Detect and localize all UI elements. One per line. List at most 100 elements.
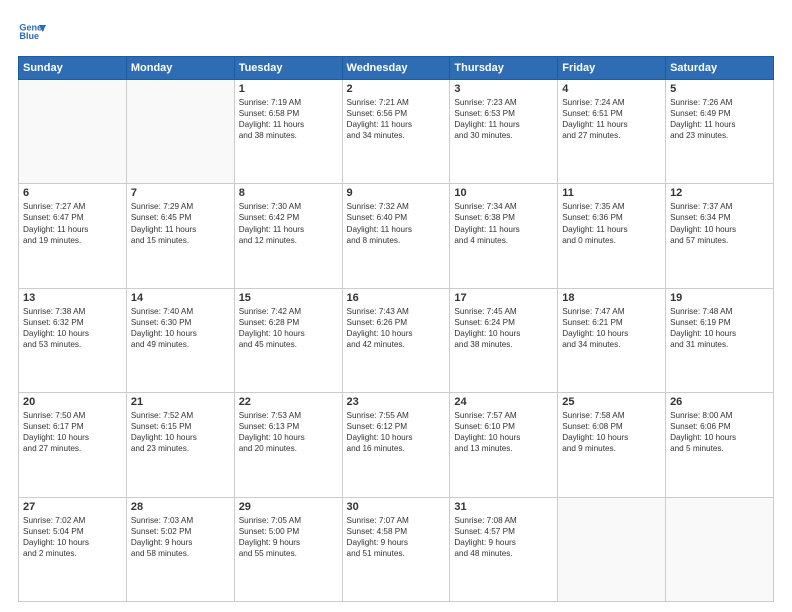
cell-text: Sunrise: 7:30 AM Sunset: 6:42 PM Dayligh… xyxy=(239,201,338,245)
calendar-cell: 16Sunrise: 7:43 AM Sunset: 6:26 PM Dayli… xyxy=(342,288,450,392)
day-number: 11 xyxy=(562,187,661,199)
day-number: 22 xyxy=(239,396,338,408)
day-number: 17 xyxy=(454,292,553,304)
calendar-cell: 9Sunrise: 7:32 AM Sunset: 6:40 PM Daylig… xyxy=(342,184,450,288)
day-number: 3 xyxy=(454,83,553,95)
day-number: 20 xyxy=(23,396,122,408)
weekday-header-tuesday: Tuesday xyxy=(234,57,342,80)
day-number: 28 xyxy=(131,501,230,513)
day-number: 30 xyxy=(347,501,446,513)
day-number: 24 xyxy=(454,396,553,408)
calendar-cell: 27 Sunrise: 7:02 AM Sunset: 5:04 PM Dayli… xyxy=(19,497,127,601)
cell-text: Sunrise: 7:24 AM Sunset: 6:51 PM Dayligh… xyxy=(562,97,661,141)
header: General Blue xyxy=(18,18,774,46)
day-number: 18 xyxy=(562,292,661,304)
cell-text: Sunrise: 7:58 AM Sunset: 6:08 PM Dayligh… xyxy=(562,410,661,454)
cell-text: Sunrise: 7:37 AM Sunset: 6:34 PM Dayligh… xyxy=(670,201,769,245)
day-number: 8 xyxy=(239,187,338,199)
cell-text: Sunrise: 7:45 AM Sunset: 6:24 PM Dayligh… xyxy=(454,306,553,350)
weekday-header-wednesday: Wednesday xyxy=(342,57,450,80)
calendar-cell: 7Sunrise: 7:29 AM Sunset: 6:45 PM Daylig… xyxy=(126,184,234,288)
day-number: 1 xyxy=(239,83,338,95)
calendar-cell: 18 Sunrise: 7:47 AM Sunset: 6:21 PM Dayli… xyxy=(558,288,666,392)
calendar-cell: 17 Sunrise: 7:45 AM Sunset: 6:24 PM Dayli… xyxy=(450,288,558,392)
cell-text: Sunrise: 7:02 AM Sunset: 5:04 PM Dayligh… xyxy=(23,515,122,559)
svg-text:Blue: Blue xyxy=(19,31,39,41)
cell-text: Sunrise: 7:07 AM Sunset: 4:58 PM Dayligh… xyxy=(347,515,446,559)
day-number: 5 xyxy=(670,83,769,95)
cell-text: Sunrise: 7:19 AM Sunset: 6:58 PM Dayligh… xyxy=(239,97,338,141)
calendar-cell: 30 Sunrise: 7:07 AM Sunset: 4:58 PM Dayli… xyxy=(342,497,450,601)
calendar-cell xyxy=(558,497,666,601)
week-row-3: 20 Sunrise: 7:50 AM Sunset: 6:17 PM Dayli… xyxy=(19,393,774,497)
cell-text: Sunrise: 7:26 AM Sunset: 6:49 PM Dayligh… xyxy=(670,97,769,141)
calendar-cell: 6 Sunrise: 7:27 AM Sunset: 6:47 PM Daylig… xyxy=(19,184,127,288)
calendar-cell: 1 Sunrise: 7:19 AM Sunset: 6:58 PM Daylig… xyxy=(234,80,342,184)
calendar-cell: 19 Sunrise: 7:48 AM Sunset: 6:19 PM Dayli… xyxy=(666,288,774,392)
day-number: 15 xyxy=(239,292,338,304)
day-number: 4 xyxy=(562,83,661,95)
day-number: 6 xyxy=(23,187,122,199)
cell-text: Sunrise: 7:32 AM Sunset: 6:40 PM Dayligh… xyxy=(347,201,446,245)
calendar-cell: 29 Sunrise: 7:05 AM Sunset: 5:00 PM Dayli… xyxy=(234,497,342,601)
day-number: 13 xyxy=(23,292,122,304)
day-number: 2 xyxy=(347,83,446,95)
calendar-cell: 10Sunrise: 7:34 AM Sunset: 6:38 PM Dayli… xyxy=(450,184,558,288)
cell-text: Sunrise: 7:03 AM Sunset: 5:02 PM Dayligh… xyxy=(131,515,230,559)
logo-icon: General Blue xyxy=(18,18,46,46)
weekday-header-row: SundayMondayTuesdayWednesdayThursdayFrid… xyxy=(19,57,774,80)
cell-text: Sunrise: 7:50 AM Sunset: 6:17 PM Dayligh… xyxy=(23,410,122,454)
day-number: 25 xyxy=(562,396,661,408)
calendar-cell: 26 Sunrise: 8:00 AM Sunset: 6:06 PM Dayli… xyxy=(666,393,774,497)
cell-text: Sunrise: 7:57 AM Sunset: 6:10 PM Dayligh… xyxy=(454,410,553,454)
weekday-header-friday: Friday xyxy=(558,57,666,80)
calendar-cell: 14 Sunrise: 7:40 AM Sunset: 6:30 PM Dayli… xyxy=(126,288,234,392)
day-number: 26 xyxy=(670,396,769,408)
day-number: 29 xyxy=(239,501,338,513)
weekday-header-sunday: Sunday xyxy=(19,57,127,80)
week-row-1: 6 Sunrise: 7:27 AM Sunset: 6:47 PM Daylig… xyxy=(19,184,774,288)
day-number: 27 xyxy=(23,501,122,513)
logo: General Blue xyxy=(18,18,46,46)
cell-text: Sunrise: 7:05 AM Sunset: 5:00 PM Dayligh… xyxy=(239,515,338,559)
calendar-cell xyxy=(666,497,774,601)
day-number: 14 xyxy=(131,292,230,304)
cell-text: Sunrise: 7:47 AM Sunset: 6:21 PM Dayligh… xyxy=(562,306,661,350)
cell-text: Sunrise: 7:43 AM Sunset: 6:26 PM Dayligh… xyxy=(347,306,446,350)
weekday-header-saturday: Saturday xyxy=(666,57,774,80)
cell-text: Sunrise: 8:00 AM Sunset: 6:06 PM Dayligh… xyxy=(670,410,769,454)
calendar-cell: 8 Sunrise: 7:30 AM Sunset: 6:42 PM Daylig… xyxy=(234,184,342,288)
week-row-2: 13 Sunrise: 7:38 AM Sunset: 6:32 PM Dayli… xyxy=(19,288,774,392)
calendar-cell: 11 Sunrise: 7:35 AM Sunset: 6:36 PM Dayli… xyxy=(558,184,666,288)
weekday-header-thursday: Thursday xyxy=(450,57,558,80)
calendar-cell: 12Sunrise: 7:37 AM Sunset: 6:34 PM Dayli… xyxy=(666,184,774,288)
cell-text: Sunrise: 7:34 AM Sunset: 6:38 PM Dayligh… xyxy=(454,201,553,245)
calendar-cell xyxy=(126,80,234,184)
cell-text: Sunrise: 7:27 AM Sunset: 6:47 PM Dayligh… xyxy=(23,201,122,245)
day-number: 19 xyxy=(670,292,769,304)
calendar-cell: 21 Sunrise: 7:52 AM Sunset: 6:15 PM Dayli… xyxy=(126,393,234,497)
cell-text: Sunrise: 7:23 AM Sunset: 6:53 PM Dayligh… xyxy=(454,97,553,141)
cell-text: Sunrise: 7:53 AM Sunset: 6:13 PM Dayligh… xyxy=(239,410,338,454)
day-number: 23 xyxy=(347,396,446,408)
cell-text: Sunrise: 7:52 AM Sunset: 6:15 PM Dayligh… xyxy=(131,410,230,454)
calendar-cell: 13 Sunrise: 7:38 AM Sunset: 6:32 PM Dayli… xyxy=(19,288,127,392)
cell-text: Sunrise: 7:48 AM Sunset: 6:19 PM Dayligh… xyxy=(670,306,769,350)
calendar-cell xyxy=(19,80,127,184)
day-number: 21 xyxy=(131,396,230,408)
day-number: 7 xyxy=(131,187,230,199)
calendar-cell: 4 Sunrise: 7:24 AM Sunset: 6:51 PM Daylig… xyxy=(558,80,666,184)
calendar-cell: 5 Sunrise: 7:26 AM Sunset: 6:49 PM Daylig… xyxy=(666,80,774,184)
day-number: 31 xyxy=(454,501,553,513)
cell-text: Sunrise: 7:40 AM Sunset: 6:30 PM Dayligh… xyxy=(131,306,230,350)
page: General Blue SundayMondayTuesdayWednesda… xyxy=(0,0,792,612)
calendar-table: SundayMondayTuesdayWednesdayThursdayFrid… xyxy=(18,56,774,602)
calendar-cell: 15Sunrise: 7:42 AM Sunset: 6:28 PM Dayli… xyxy=(234,288,342,392)
calendar-cell: 31Sunrise: 7:08 AM Sunset: 4:57 PM Dayli… xyxy=(450,497,558,601)
calendar-cell: 22 Sunrise: 7:53 AM Sunset: 6:13 PM Dayli… xyxy=(234,393,342,497)
cell-text: Sunrise: 7:35 AM Sunset: 6:36 PM Dayligh… xyxy=(562,201,661,245)
weekday-header-monday: Monday xyxy=(126,57,234,80)
calendar-cell: 23Sunrise: 7:55 AM Sunset: 6:12 PM Dayli… xyxy=(342,393,450,497)
cell-text: Sunrise: 7:38 AM Sunset: 6:32 PM Dayligh… xyxy=(23,306,122,350)
week-row-4: 27 Sunrise: 7:02 AM Sunset: 5:04 PM Dayli… xyxy=(19,497,774,601)
